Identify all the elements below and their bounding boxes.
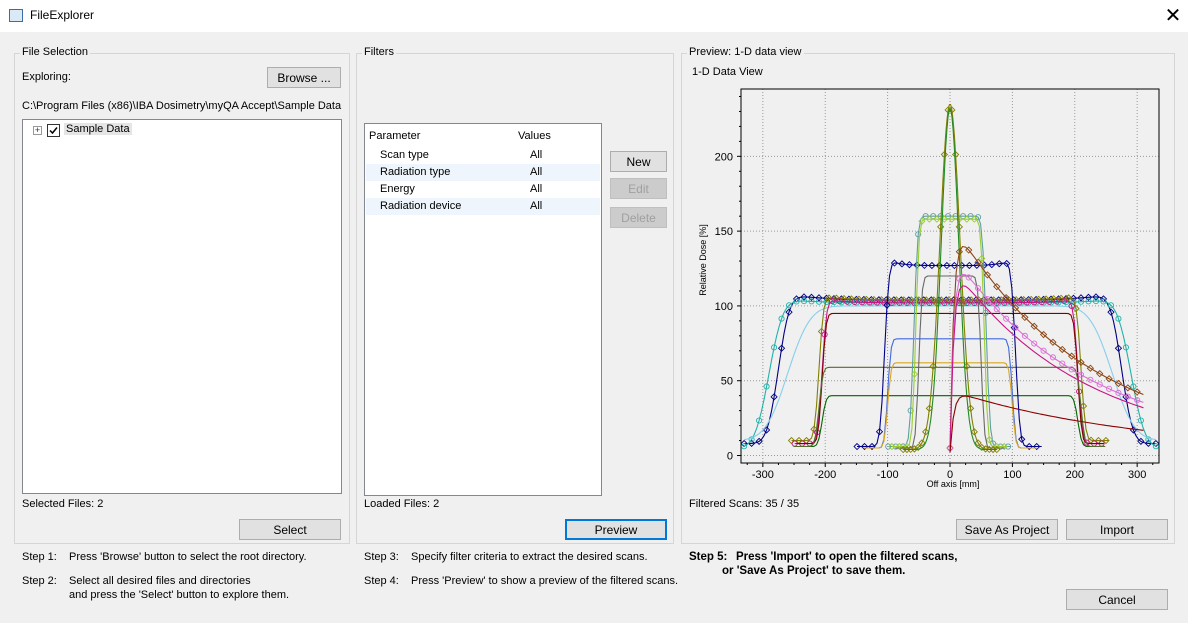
step4-text: Press 'Preview' to show a preview of the… [411, 575, 679, 587]
step3-number: Step 3: [364, 551, 399, 563]
browse-button[interactable]: Browse ... [267, 67, 341, 88]
x-tick-label: 300 [1128, 469, 1146, 481]
step2-text-line1: Select all desired files and directories [69, 575, 251, 587]
row-value: All [530, 200, 543, 212]
filtered-scans-count: Filtered Scans: 35 / 35 [689, 498, 800, 510]
chart-axes: -300 -200 -100 0 100 200 300050100150200 [715, 95, 1154, 481]
selected-files-count: Selected Files: 2 [22, 498, 104, 510]
profile-series [791, 297, 1105, 447]
preview-button[interactable]: Preview [565, 519, 667, 540]
check-icon [49, 127, 58, 135]
cancel-button[interactable]: Cancel [1066, 589, 1168, 610]
series-line [949, 245, 1144, 449]
file-tree[interactable]: + Sample Data [22, 119, 342, 494]
y-axis-label: Relative Dose [%] [698, 224, 708, 296]
file-selection-label: File Selection [20, 46, 91, 58]
row-value: All [530, 183, 543, 195]
x-axis-label: Off axis [mm] [927, 479, 980, 489]
y-tick-label: 150 [715, 226, 733, 238]
row-parameter: Energy [380, 183, 415, 195]
edit-filter-button[interactable]: Edit [610, 178, 667, 199]
y-tick-label: 0 [727, 451, 733, 463]
step5-text-line2: or 'Save As Project' to save them. [722, 565, 906, 577]
title-bar [0, 0, 1188, 32]
x-tick-label: 200 [1066, 469, 1084, 481]
window-title: FileExplorer [30, 8, 95, 22]
exploring-path: C:\Program Files (x86)\IBA Dosimetry\myQ… [22, 100, 342, 112]
series-line [888, 215, 1011, 448]
preview-label: Preview: 1-D data view [687, 46, 804, 58]
series-line [794, 300, 1105, 445]
filter-table[interactable]: Parameter Values Scan type All Radiation … [364, 123, 602, 496]
y-tick-label: 50 [721, 376, 733, 388]
table-row[interactable]: Radiation type All [366, 164, 600, 181]
app-icon [9, 9, 23, 22]
profile-series [885, 213, 1012, 450]
row-parameter: Scan type [380, 149, 429, 161]
column-header-parameter[interactable]: Parameter [369, 130, 420, 142]
loaded-files-count: Loaded Files: 2 [364, 498, 440, 510]
step3-text: Specify filter criteria to extract the d… [411, 551, 648, 563]
new-filter-button[interactable]: New [610, 151, 667, 172]
dose-profile-chart[interactable]: -300 -200 -100 0 100 200 300050100150200 Relat… [688, 80, 1168, 495]
step2-number: Step 2: [22, 575, 57, 587]
row-value: All [530, 166, 543, 178]
series-line [793, 366, 1106, 448]
tree-item-label[interactable]: Sample Data [64, 123, 132, 135]
close-icon[interactable]: ✕ [1160, 2, 1186, 28]
row-parameter: Radiation type [380, 166, 451, 178]
filters-label: Filters [362, 46, 396, 58]
series-line [743, 300, 1157, 447]
tree-checkbox[interactable] [47, 124, 60, 137]
step1-number: Step 1: [22, 551, 57, 563]
profile-series [787, 294, 1110, 445]
x-tick-label: -200 [814, 469, 836, 481]
y-tick-label: 100 [715, 301, 733, 313]
step4-number: Step 4: [364, 575, 399, 587]
delete-filter-button[interactable]: Delete [610, 207, 667, 228]
x-tick-label: -100 [877, 469, 899, 481]
import-button[interactable]: Import [1066, 519, 1168, 540]
table-row[interactable]: Energy All [366, 181, 600, 198]
save-as-project-button[interactable]: Save As Project [956, 519, 1058, 540]
exploring-label: Exploring: [22, 71, 71, 83]
row-value: All [530, 149, 543, 161]
expand-icon[interactable]: + [33, 126, 42, 135]
profile-series [793, 366, 1106, 448]
select-button[interactable]: Select [239, 519, 341, 540]
step2-text-line2: and press the 'Select' button to explore… [69, 589, 290, 601]
x-tick-label: -300 [752, 469, 774, 481]
chart-title: 1-D Data View [692, 66, 763, 78]
step5-number: Step 5: [689, 551, 728, 563]
column-header-values[interactable]: Values [518, 130, 551, 142]
y-tick-label: 200 [715, 151, 733, 163]
table-row[interactable]: Radiation device All [366, 198, 600, 215]
x-tick-label: 100 [1003, 469, 1021, 481]
row-parameter: Radiation device [380, 200, 462, 212]
step5-text-line1: Press 'Import' to open the filtered scan… [736, 551, 958, 563]
step1-text: Press 'Browse' button to select the root… [69, 551, 307, 563]
table-row[interactable]: Scan type All [366, 147, 600, 164]
